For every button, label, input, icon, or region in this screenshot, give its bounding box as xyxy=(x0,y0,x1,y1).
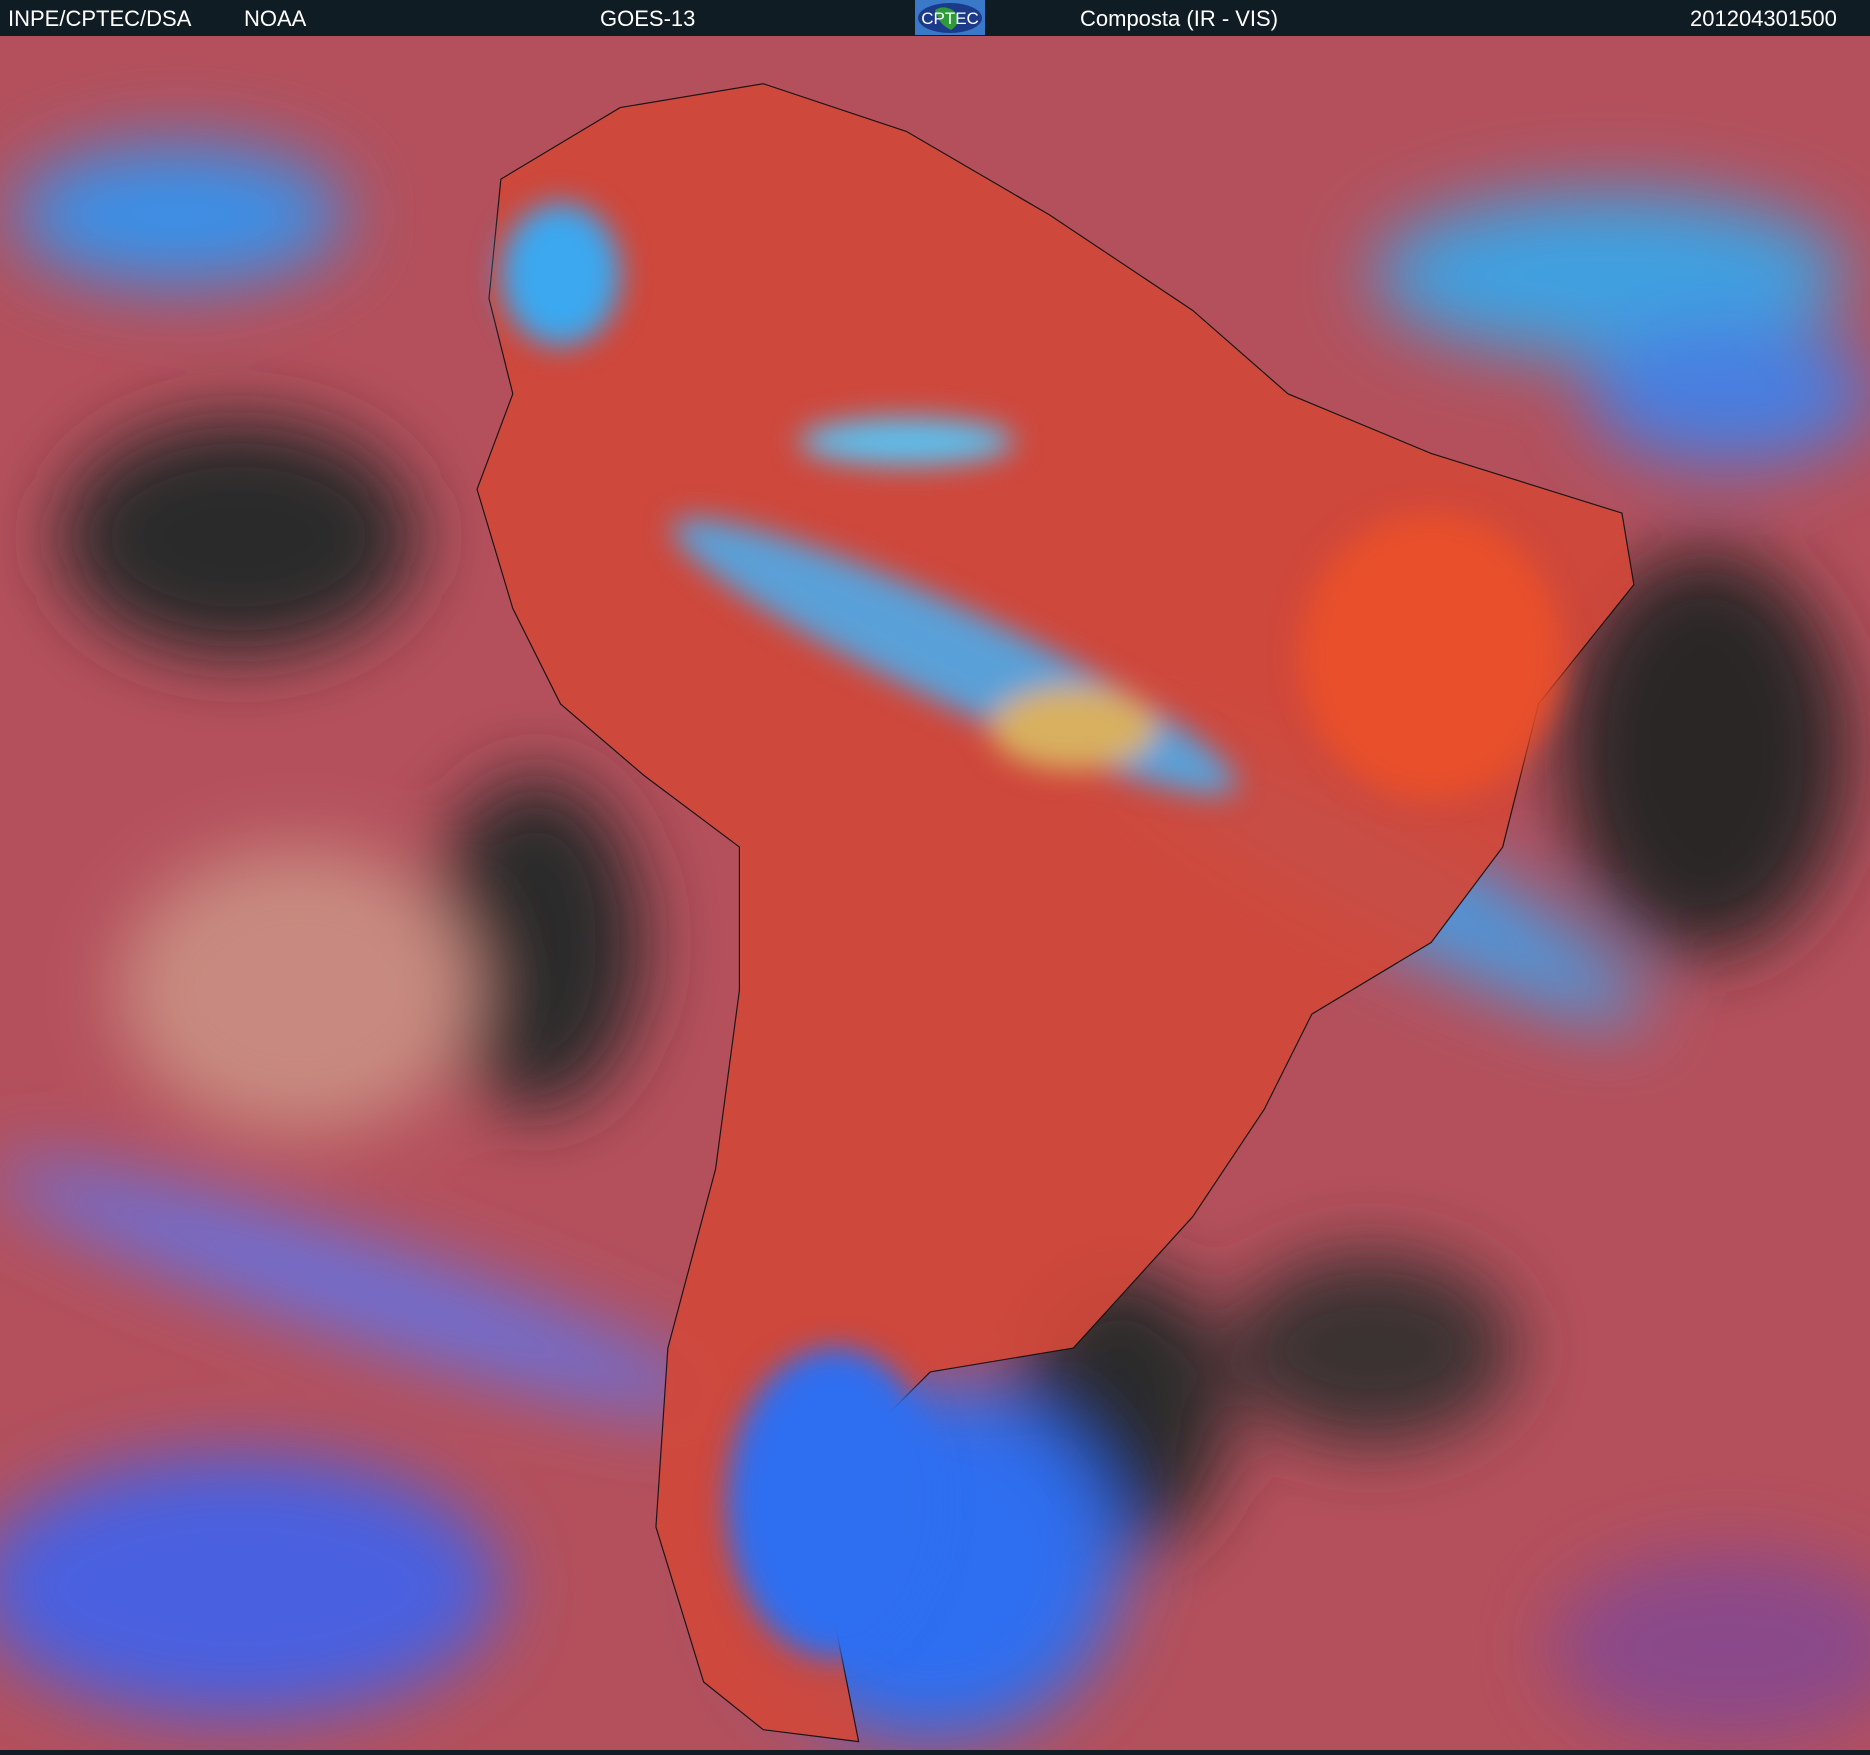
satellite-label: GOES-13 xyxy=(600,6,696,31)
cptec-logo: CPTEC xyxy=(915,0,985,35)
timestamp-label: 201204301500 xyxy=(1690,6,1837,31)
satellite-composite-image xyxy=(0,36,1870,1750)
source-label: INPE/CPTEC/DSA xyxy=(8,6,192,31)
image-header: INPE/CPTEC/DSA NOAA GOES-13 CPTEC Compos… xyxy=(0,0,1870,36)
product-label: Composta (IR - VIS) xyxy=(1080,6,1279,31)
agency-label: NOAA xyxy=(244,6,307,31)
svg-text:CPTEC: CPTEC xyxy=(921,9,979,28)
